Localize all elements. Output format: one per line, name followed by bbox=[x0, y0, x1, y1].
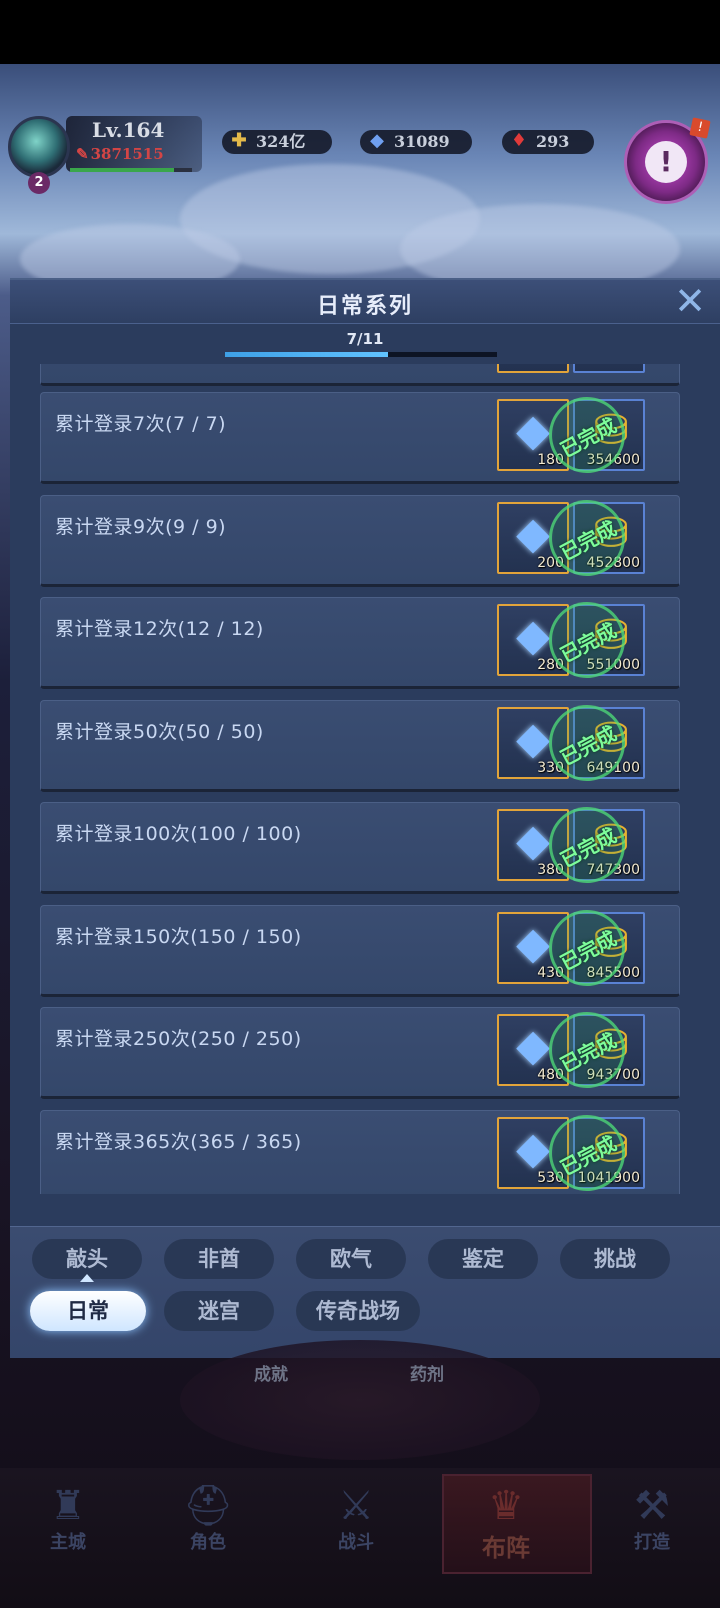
category-tabs: 敲头 非酋 欧气 鉴定 挑战日常 迷宫 传奇战场 bbox=[10, 1226, 720, 1358]
nav-label: 主城 bbox=[50, 1532, 86, 1553]
task-item: 累计登录100次(100 / 100) ◆ 380 ⛁ 747300 已完成 bbox=[40, 793, 680, 897]
formation-icon: ♛ bbox=[488, 1483, 524, 1529]
task-item: 累计登录9次(9 / 9) ◆ 200 ⛁ 452800 已完成 bbox=[40, 486, 680, 589]
nav-label: 布阵 bbox=[482, 1533, 530, 1562]
nav-item-character[interactable]: ⛑ 角色 bbox=[158, 1484, 258, 1554]
task-list[interactable]: 累计登录7次(7 / 7) ◆ 180 ⛁ 354600 已完成 累计登录9次(9 / 9)… bbox=[40, 364, 690, 1194]
resource-diamond[interactable]: ◆ 31089 bbox=[360, 130, 472, 154]
gold-coin-icon: ✚ bbox=[231, 130, 247, 151]
daily-series-panel: 日常系列 ✕ 7/11 累计登录7次(7 / 7) ◆ 180 ⛁ 354600 已完成累… bbox=[10, 278, 720, 1358]
tab-row1[interactable]: 挑战 bbox=[560, 1239, 670, 1279]
resource-gold[interactable]: ✚ 324亿 bbox=[222, 130, 332, 154]
task-item: 累计登录7次(7 / 7) ◆ 180 ⛁ 354600 已完成 bbox=[40, 383, 680, 487]
task-item-partial bbox=[40, 364, 680, 386]
resource-gold-value: 324亿 bbox=[256, 132, 306, 151]
player-avatar[interactable] bbox=[8, 116, 70, 178]
nav-label: 打造 bbox=[634, 1532, 670, 1553]
progress-label: 7/11 bbox=[346, 330, 384, 348]
task-item: 累计登录12次(12 / 12) ◆ 280 ⛁ 551000 已完成 bbox=[40, 588, 680, 692]
tab-row1[interactable]: 非酋 bbox=[164, 1239, 274, 1279]
notification-flag-icon: ! bbox=[689, 117, 711, 139]
nav-item-battle[interactable]: ⚔ 战斗 bbox=[306, 1484, 406, 1554]
xp-bar bbox=[70, 168, 192, 172]
task-title: 累计登录7次(7 / 7) bbox=[55, 413, 227, 435]
ruby-icon: ♦ bbox=[510, 130, 528, 151]
task-item: 累计登录365次(365 / 365) ◆ 530 ⛁ 1041900 已完成 bbox=[40, 1101, 680, 1194]
xp-bar-fill bbox=[70, 168, 174, 172]
progress-bar-fill bbox=[225, 352, 389, 357]
resource-ruby-value: 293 bbox=[536, 132, 570, 151]
hub-circle bbox=[180, 1340, 540, 1460]
avatar-badge: 2 bbox=[28, 172, 50, 194]
reward-gem bbox=[497, 364, 569, 373]
status-bar bbox=[0, 0, 720, 64]
tab-pointer bbox=[80, 1274, 94, 1282]
resource-ruby[interactable]: ♦ 293 bbox=[502, 130, 594, 154]
task-title: 累计登录150次(150 / 150) bbox=[55, 925, 302, 948]
tab-row1[interactable]: 鉴定 bbox=[428, 1239, 538, 1279]
task-title: 累计登录12次(12 / 12) bbox=[55, 618, 264, 640]
resource-diamond-value: 31089 bbox=[394, 132, 450, 151]
hub-label-achievement[interactable]: 成就 bbox=[254, 1360, 288, 1385]
progress-bar bbox=[225, 352, 497, 357]
helmet-icon: ⛑ bbox=[182, 1483, 234, 1529]
quest-button[interactable]: ! ! bbox=[624, 117, 711, 204]
hub-label-potion[interactable]: 药剂 bbox=[410, 1360, 444, 1385]
close-icon[interactable]: ✕ bbox=[672, 282, 708, 320]
reward-gold bbox=[573, 364, 645, 373]
tab-active[interactable]: 日常 bbox=[30, 1291, 146, 1331]
power-value: 3871515 bbox=[90, 145, 164, 163]
tab-row2[interactable]: 传奇战场 bbox=[296, 1291, 420, 1331]
panel-title: 日常系列 bbox=[316, 294, 413, 319]
nav-item-main-city[interactable]: ♜ 主城 bbox=[18, 1484, 118, 1554]
task-item: 累计登录150次(150 / 150) ◆ 430 ⛁ 845500 已完成 bbox=[40, 896, 680, 999]
task-title: 累计登录365次(365 / 365) bbox=[55, 1130, 302, 1153]
task-item: 累计登录250次(250 / 250) ◆ 480 ⛁ 943700 已完成 bbox=[40, 998, 680, 1102]
nav-item-forge[interactable]: ⚒ 打造 bbox=[602, 1484, 702, 1554]
panel-header: 日常系列 ✕ bbox=[10, 280, 720, 324]
power-icon: ✎ bbox=[76, 145, 89, 163]
task-title: 累计登录250次(250 / 250) bbox=[55, 1028, 302, 1050]
castle-icon: ♜ bbox=[50, 1483, 86, 1529]
anvil-icon: ⚒ bbox=[634, 1483, 670, 1529]
task-item: 累计登录50次(50 / 50) ◆ 330 ⛁ 649100 已完成 bbox=[40, 691, 680, 794]
task-title: 累计登录9次(9 / 9) bbox=[55, 515, 227, 538]
scroll-icon: ! bbox=[645, 141, 687, 183]
task-title: 累计登录50次(50 / 50) bbox=[55, 720, 264, 743]
tab-row1[interactable]: 敲头 bbox=[32, 1239, 142, 1279]
player-level: Lv.164 bbox=[92, 118, 165, 142]
tab-row1[interactable]: 欧气 bbox=[296, 1239, 406, 1279]
player-power: ✎ 3871515 bbox=[76, 145, 164, 163]
tab-row2[interactable]: 迷宫 bbox=[164, 1291, 274, 1331]
diamond-icon: ◆ bbox=[370, 130, 384, 151]
nav-item-formation[interactable]: ♛ 布阵 bbox=[456, 1484, 556, 1563]
nav-label: 战斗 bbox=[338, 1532, 374, 1553]
task-title: 累计登录100次(100 / 100) bbox=[55, 823, 302, 845]
swords-icon: ⚔ bbox=[338, 1483, 374, 1529]
nav-label: 角色 bbox=[190, 1532, 226, 1553]
